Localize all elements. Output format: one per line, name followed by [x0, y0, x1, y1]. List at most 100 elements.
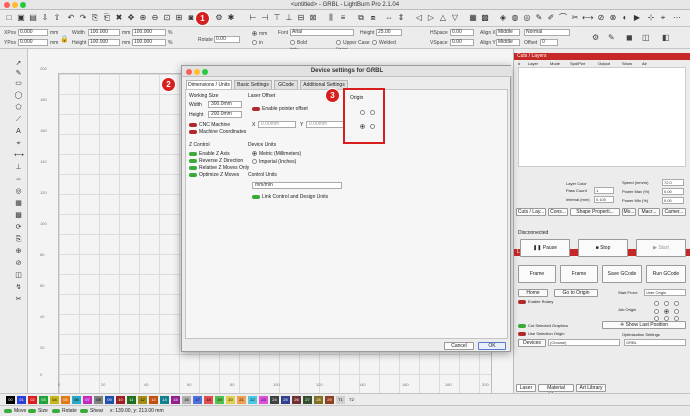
tab-move[interactable]: Mo... [622, 208, 636, 216]
cuts-layer-list[interactable] [518, 67, 686, 167]
preview-icon[interactable]: ▶ [632, 13, 642, 23]
import-icon[interactable]: ⇩ [40, 13, 50, 23]
zoom-in-icon[interactable]: ⊕ [138, 13, 148, 23]
move-up-icon[interactable]: △ [438, 13, 448, 23]
color-swatch[interactable]: 07 [83, 396, 92, 404]
flip-v-icon[interactable]: ⇕ [396, 13, 406, 23]
copy-icon[interactable]: ⎘ [90, 13, 100, 23]
welded-checkbox[interactable]: Welded [372, 40, 396, 46]
select-tool-icon[interactable]: ➚ [14, 59, 23, 68]
home-button[interactable]: Home [518, 289, 548, 297]
cut-shape-icon[interactable]: ⊗ [608, 13, 618, 23]
use-selection-origin-toggle[interactable]: Use Selection Origin [518, 331, 564, 336]
copy-along-path-icon[interactable]: ⎘ [14, 235, 23, 244]
grid-array-icon[interactable]: ▩ [14, 211, 23, 220]
weld-icon[interactable]: ◈ [498, 13, 508, 23]
job-origin-grid[interactable] [652, 299, 682, 321]
color-swatch[interactable]: 09 [105, 396, 114, 404]
variable-text-icon[interactable]: ◫ [642, 33, 650, 42]
undo-icon[interactable]: ↶ [66, 13, 76, 23]
color-swatch[interactable]: 11 [127, 396, 136, 404]
lock-icon[interactable]: 🔒 [60, 35, 69, 43]
pause-button[interactable]: ❚❚ Pause [520, 239, 570, 257]
dialog-close-button[interactable] [186, 69, 192, 75]
machine-coords-toggle[interactable]: Machine Coordinates [189, 129, 246, 135]
cancel-button[interactable]: Cancel [444, 342, 474, 350]
link-units-toggle[interactable]: Link Control and Design Units [252, 194, 328, 200]
devices-button[interactable]: Devices [518, 339, 546, 347]
distribute-h-icon[interactable]: ⫼ [326, 13, 336, 23]
ellipse-tool-icon[interactable]: ◯ [14, 91, 23, 100]
edit-nodes-icon[interactable]: ✎ [14, 69, 23, 78]
height-percent-input[interactable]: 100.000 [132, 39, 166, 46]
snap-icon[interactable]: ⌖ [658, 13, 668, 23]
measure-tool-icon[interactable]: ⟷ [14, 151, 24, 160]
align-top-icon[interactable]: ⊤ [272, 13, 282, 23]
tab-laser[interactable]: Laser [516, 384, 536, 392]
close-path-icon[interactable]: ⊘ [596, 13, 606, 23]
enable-z-toggle[interactable]: Enable Z Axis [189, 151, 230, 157]
flip-tool-icon[interactable]: ⇔ [14, 175, 23, 184]
break-icon[interactable]: ✂ [570, 13, 580, 23]
align-hcenter-icon[interactable]: ⊟ [296, 13, 306, 23]
extra-tool-icon[interactable]: ◧ [662, 33, 670, 42]
close-window-button[interactable] [4, 2, 10, 8]
color-swatch[interactable]: 19 [215, 396, 224, 404]
print-cut-icon[interactable]: ◫ [14, 271, 23, 280]
color-swatch[interactable]: T1 [336, 396, 345, 404]
reverse-z-toggle[interactable]: Reverse Z Direction [189, 158, 243, 164]
move-left-icon[interactable]: ◁ [414, 13, 424, 23]
shape-tool-icon[interactable]: ◼ [626, 33, 633, 42]
device-name-select[interactable]: GRBL [624, 339, 686, 346]
group-icon[interactable]: ⧉ [356, 13, 366, 23]
position-icon[interactable]: ⊹ [646, 13, 656, 23]
color-swatch[interactable]: 14 [160, 396, 169, 404]
align-right-icon[interactable]: ⊣ [260, 13, 270, 23]
pan-icon[interactable]: ✥ [126, 13, 136, 23]
array-icon[interactable]: ▩ [480, 13, 490, 23]
power-min-input[interactable]: 0.00 [662, 197, 684, 204]
aligny-select[interactable]: Middle [496, 39, 520, 46]
tab-basic-settings[interactable]: Basic Settings [234, 80, 272, 89]
frame-button-1[interactable]: Frame [518, 265, 556, 283]
color-swatch[interactable]: 23 [259, 396, 268, 404]
run-gcode-button[interactable]: Run GCode [646, 265, 686, 283]
tab-art-library[interactable]: Art Library [576, 384, 606, 392]
text-tool-icon[interactable]: ✎ [608, 33, 615, 42]
optimize-icon[interactable]: ⊘ [14, 259, 23, 268]
rotate-input[interactable]: 0.00 [214, 36, 240, 43]
zoom-window-button[interactable] [20, 2, 26, 8]
color-swatch[interactable]: 26 [292, 396, 301, 404]
control-units-select[interactable]: mm/min [252, 182, 342, 189]
color-swatch[interactable]: 29 [325, 396, 334, 404]
working-height-input[interactable]: 200.0mm [208, 111, 242, 118]
color-swatch[interactable]: 10 [116, 396, 125, 404]
offset-x-input[interactable]: 0.00mm [258, 121, 296, 128]
color-swatch[interactable]: 27 [303, 396, 312, 404]
hspace-input[interactable]: 0.00 [450, 29, 474, 36]
tab-dimensions-units[interactable]: Dimensions / Units [186, 80, 232, 89]
color-swatch[interactable]: 01 [17, 396, 26, 404]
rectangle-tool-icon[interactable]: ▭ [14, 79, 23, 88]
save-gcode-button[interactable]: Save GCode [602, 265, 642, 283]
color-swatch[interactable]: 00 [6, 396, 15, 404]
array-tool-icon[interactable]: ▦ [14, 199, 23, 208]
cnc-machine-toggle[interactable]: CNC Machine [189, 122, 230, 128]
offset-icon[interactable]: ◎ [522, 13, 532, 23]
move-right-icon[interactable]: ▷ [426, 13, 436, 23]
tab-camera[interactable]: Camer... [662, 208, 686, 216]
ypos-input[interactable]: 0.000 [18, 39, 48, 46]
color-swatch[interactable]: 24 [270, 396, 279, 404]
height-input[interactable]: 100.000 [88, 39, 120, 46]
frame-button-2[interactable]: Frame [560, 265, 598, 283]
offset-y-input[interactable]: 0.00mm [306, 121, 344, 128]
position-laser-icon[interactable]: ⌖ [14, 139, 23, 148]
mm-radio[interactable]: mm [252, 31, 267, 37]
tab-gcode[interactable]: GCode [274, 80, 298, 89]
color-swatch[interactable]: 08 [94, 396, 103, 404]
interval-input[interactable]: 0.100 [594, 196, 614, 203]
color-swatch[interactable]: 20 [226, 396, 235, 404]
break-apart-icon[interactable]: ✂ [14, 295, 23, 304]
save-file-icon[interactable]: ▤ [28, 13, 38, 23]
color-swatch[interactable]: 22 [248, 396, 257, 404]
